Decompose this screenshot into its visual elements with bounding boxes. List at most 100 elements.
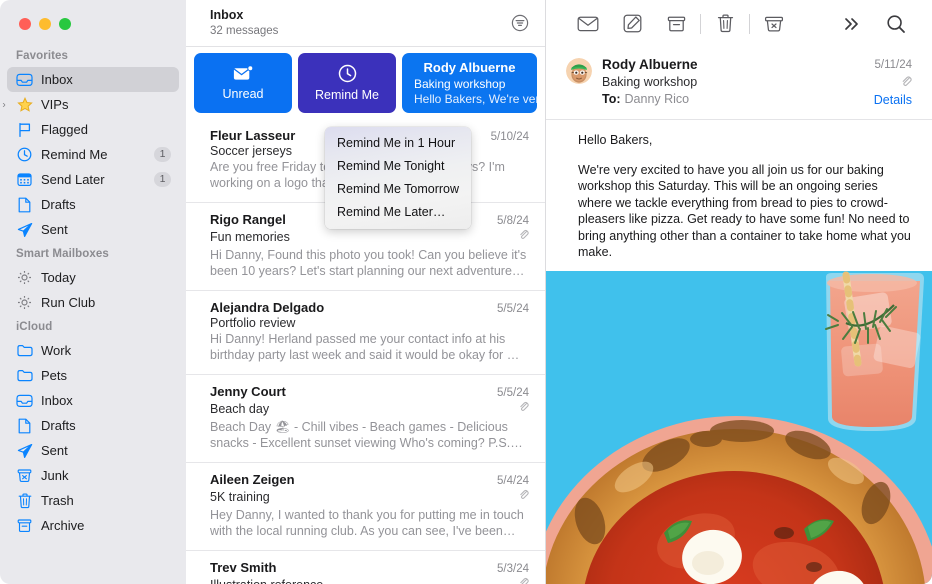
sidebar-item-drafts[interactable]: Drafts <box>7 192 179 217</box>
sidebar-item-inbox[interactable]: Inbox <box>7 388 179 413</box>
message-list-body: Unread Remind Me Rody Albuerne Baking wo… <box>186 47 545 584</box>
star-icon <box>15 96 34 113</box>
sidebar-item-label: Pets <box>41 368 68 383</box>
message-list-pane: Inbox 32 messages Unread Remind Me Rody … <box>186 0 546 584</box>
mark-unread-button[interactable] <box>566 9 610 39</box>
traffic-lights <box>0 0 186 44</box>
sidebar-item-flagged[interactable]: Flagged <box>7 117 179 142</box>
inbox-icon <box>15 392 34 409</box>
selected-message-row[interactable]: Rody Albuerne Baking workshop Hello Bake… <box>402 53 537 113</box>
swiped-message-row: Unread Remind Me Rody Albuerne Baking wo… <box>186 47 545 119</box>
swipe-action-remind-me[interactable]: Remind Me <box>298 53 396 113</box>
message-date: 5/3/24 <box>497 563 529 575</box>
sidebar-item-send-later[interactable]: Send Later 1 <box>7 167 179 192</box>
message-list-header: Inbox 32 messages <box>186 0 545 47</box>
menu-item[interactable]: Remind Me in 1 Hour <box>325 132 471 155</box>
gear-icon <box>15 269 34 286</box>
folder-icon <box>15 367 34 384</box>
sidebar-item-sent[interactable]: Sent <box>7 217 179 242</box>
sidebar-item-trash[interactable]: Trash <box>7 488 179 513</box>
reading-pane: Rody Albuerne Baking workshop To: Danny R… <box>546 0 932 584</box>
calendar-icon <box>15 171 34 188</box>
body-paragraph: Hello Bakers, <box>578 133 653 147</box>
message-sender: Trev Smith <box>210 560 277 575</box>
table-row[interactable]: Jenny Court 5/5/24 Beach day Beach Day 🏖… <box>186 375 545 463</box>
minimize-button[interactable] <box>39 18 51 30</box>
selected-message-subject: Baking workshop <box>414 77 506 91</box>
filter-icon[interactable] <box>509 12 531 34</box>
envelope-icon <box>577 16 599 32</box>
unread-envelope-icon <box>233 65 253 80</box>
swipe-action-unread[interactable]: Unread <box>194 53 292 113</box>
message-date: 5/8/24 <box>497 215 529 227</box>
table-row[interactable]: Alejandra Delgado 5/5/24 Portfolio revie… <box>186 291 545 375</box>
message-sender: Jenny Court <box>210 384 286 399</box>
message-date: 5/4/24 <box>497 475 529 487</box>
paperclip-icon <box>900 74 912 92</box>
sidebar-item-remind-me[interactable]: Remind Me 1 <box>7 142 179 167</box>
sidebar-item-label: Drafts <box>41 197 76 212</box>
paperclip-icon <box>518 576 529 584</box>
message-subject: Baking workshop <box>602 75 698 89</box>
paperclip-icon <box>518 488 529 506</box>
message-subject: 5K training <box>210 490 270 504</box>
sidebar-item-vips[interactable]: › VIPs <box>2 92 179 117</box>
message-preview: Hi Danny! Herland passed me your contact… <box>210 332 525 362</box>
compose-icon <box>623 14 641 33</box>
sidebar-item-pets[interactable]: Pets <box>7 363 179 388</box>
message-subject: Fun memories <box>210 230 290 244</box>
chevron-right-icon[interactable]: › <box>0 99 9 110</box>
unread-badge: 1 <box>154 172 171 187</box>
message-date: 5/5/24 <box>497 303 529 315</box>
sidebar-item-sent[interactable]: Sent <box>7 438 179 463</box>
sidebar-item-drafts[interactable]: Drafts <box>7 413 179 438</box>
reading-pane-toolbar <box>546 0 932 47</box>
swipe-action-remind-label: Remind Me <box>315 88 379 102</box>
inbox-icon <box>15 71 34 88</box>
sidebar-item-label: Junk <box>41 468 69 483</box>
message-date: 5/11/24 <box>874 59 912 71</box>
toolbar-divider <box>749 13 750 34</box>
delete-button[interactable] <box>703 9 747 39</box>
selected-message-preview: Hello Bakers, We're very excited to have… <box>414 92 537 106</box>
junk-button[interactable] <box>752 9 796 39</box>
sidebar-item-archive[interactable]: Archive <box>7 513 179 538</box>
message-body: Hello Bakers, We're very excited to have … <box>546 120 932 271</box>
mailbox-title: Inbox <box>210 7 244 22</box>
sidebar-section-title: Smart Mailboxes <box>16 248 109 260</box>
to-value: Danny Rico <box>624 92 690 106</box>
sidebar-item-work[interactable]: Work <box>7 338 179 363</box>
sidebar-item-label: Flagged <box>41 122 88 137</box>
message-date: 5/5/24 <box>497 387 529 399</box>
paper-plane-icon <box>15 442 34 459</box>
sidebar-item-run-club[interactable]: Run Club <box>7 290 179 315</box>
selected-message-sender: Rody Albuerne <box>423 60 516 75</box>
junk-icon <box>764 16 784 32</box>
details-link[interactable]: Details <box>874 92 912 109</box>
zoom-button[interactable] <box>59 18 71 30</box>
compose-button[interactable] <box>610 9 654 39</box>
paperclip-icon <box>518 228 529 246</box>
remind-me-context-menu[interactable]: Remind Me in 1 Hour Remind Me Tonight Remi… <box>325 127 471 229</box>
sidebar-item-junk[interactable]: Junk <box>7 463 179 488</box>
table-row[interactable]: Trev Smith 5/3/24 Illustration reference… <box>186 551 545 584</box>
menu-item[interactable]: Remind Me Tomorrow <box>325 178 471 201</box>
sidebar-item-label: Drafts <box>41 418 76 433</box>
pizza-photo <box>546 270 932 584</box>
close-button[interactable] <box>19 18 31 30</box>
sidebar-item-label: Trash <box>41 493 74 508</box>
paper-plane-icon <box>15 221 34 238</box>
more-button[interactable] <box>830 9 874 39</box>
archive-button[interactable] <box>654 9 698 39</box>
sidebar-item-label: Inbox <box>41 393 73 408</box>
junk-icon <box>15 467 34 484</box>
search-button[interactable] <box>874 9 918 39</box>
sidebar-item-inbox[interactable]: Inbox <box>7 67 179 92</box>
sidebar-list: Favorites Inbox › VIPs Flagged Remind Me 1 Send… <box>0 44 186 538</box>
sidebar-item-today[interactable]: Today <box>7 265 179 290</box>
menu-item[interactable]: Remind Me Later… <box>325 201 471 224</box>
table-row[interactable]: Aileen Zeigen 5/4/24 5K training Hey Dan… <box>186 463 545 551</box>
message-header: Rody Albuerne Baking workshop To: Danny R… <box>546 47 932 120</box>
menu-item[interactable]: Remind Me Tonight <box>325 155 471 178</box>
document-icon <box>15 196 34 213</box>
